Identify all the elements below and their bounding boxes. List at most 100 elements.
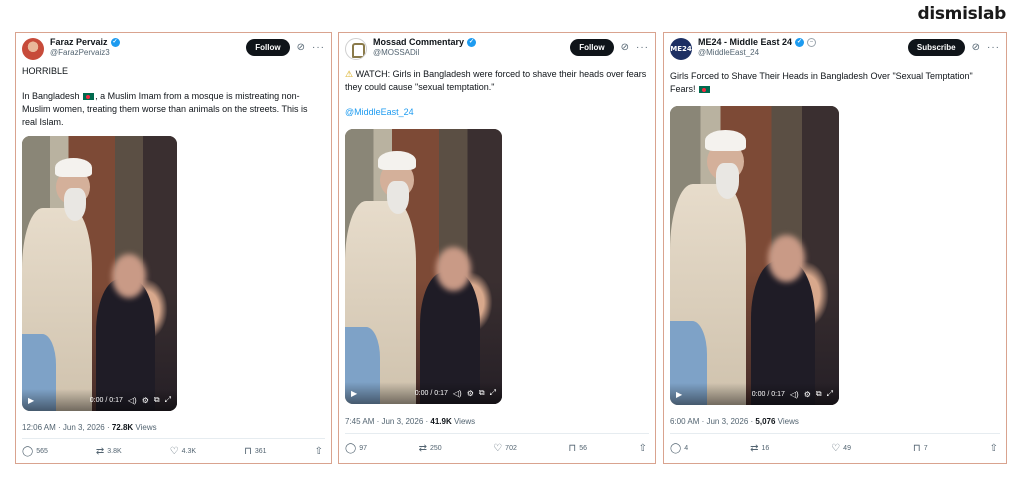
heart-icon: ♡	[831, 443, 841, 454]
like-count: 49	[843, 445, 851, 452]
author-name[interactable]: Mossad Commentary ✓	[373, 37, 477, 47]
volume-icon[interactable]: ◁)	[453, 389, 462, 398]
reply-button[interactable]: ◯ 97	[345, 443, 367, 454]
tweet-text: HORRIBLE In Bangladesh , a Muslim Imam f…	[22, 65, 323, 141]
mention-link[interactable]: @MiddleEast_24	[345, 106, 647, 119]
settings-icon[interactable]: ⚙	[467, 389, 474, 398]
repost-count: 3.8K	[107, 448, 122, 455]
bookmark-count: 361	[254, 448, 267, 455]
author-name-text: Faraz Pervaiz	[50, 37, 108, 47]
repost-button[interactable]: ⇄ 16	[750, 443, 769, 454]
tweet-text: Girls Forced to Shave Their Heads in Ban…	[670, 70, 998, 108]
author-name[interactable]: Faraz Pervaiz ✓	[50, 37, 120, 47]
follow-button[interactable]: Follow	[246, 39, 290, 56]
like-count: 4.3K	[181, 448, 197, 455]
picture-in-picture-icon[interactable]: ⧉	[816, 389, 822, 399]
repost-button[interactable]: ⇄ 250	[419, 443, 442, 454]
repost-count: 250	[429, 445, 442, 452]
like-button[interactable]: ♡ 4.3K	[170, 446, 196, 457]
verified-badge-icon: ✓	[110, 37, 120, 47]
views-label: Views	[133, 423, 157, 432]
tweet-text-line: HORRIBLE	[22, 66, 69, 76]
volume-icon[interactable]: ◁)	[790, 390, 799, 399]
author-handle: @MiddleEast_24	[698, 48, 760, 57]
affiliate-badge-icon: –	[807, 37, 817, 47]
play-icon[interactable]: ▶	[676, 390, 682, 399]
avatar[interactable]: ME24	[670, 38, 692, 60]
video-player[interactable]: ▶ 0:00 / 0:17 ◁) ⚙ ⧉ ⤢	[22, 136, 177, 411]
tweet-text-paragraph: ⚠ WATCH: Girls in Bangladesh were forced…	[345, 68, 647, 94]
video-time: 0:00 / 0:17	[414, 389, 448, 397]
video-player[interactable]: ▶ 0:00 / 0:17 ◁) ⚙ ⧉ ⤢	[670, 106, 839, 405]
volume-icon[interactable]: ◁)	[128, 396, 137, 405]
timestamp-text: 7:45 AM · Jun 3, 2026 ·	[345, 417, 431, 426]
reply-count: 97	[359, 445, 367, 452]
tweet-header: Faraz Pervaiz ✓ @FarazPervaiz3 Follow ⊘ …	[22, 37, 325, 63]
repost-button[interactable]: ⇄ 3.8K	[96, 446, 122, 457]
tweet-text-body: WATCH: Girls in Bangladesh were forced t…	[345, 69, 647, 92]
share-icon: ⇧	[314, 446, 323, 457]
tweet-timestamp: 7:45 AM · Jun 3, 2026 · 41.9K Views	[345, 417, 475, 426]
like-button[interactable]: ♡ 702	[493, 443, 517, 454]
fullscreen-icon[interactable]: ⤢	[490, 388, 496, 398]
grok-icon[interactable]: ⊘	[972, 42, 980, 53]
heart-icon: ♡	[169, 446, 179, 457]
video-controls: ▶ 0:00 / 0:17 ◁) ⚙ ⧉ ⤢	[22, 389, 177, 411]
like-button[interactable]: ♡ 49	[831, 443, 851, 454]
author-handle: @MOSSADil	[373, 48, 420, 57]
more-options-icon[interactable]: ···	[987, 42, 1000, 53]
author-name[interactable]: ME24 - Middle East 24 ✓ –	[698, 37, 817, 47]
tweet-timestamp: 12:06 AM · Jun 3, 2026 · 72.8K Views	[22, 423, 157, 432]
picture-in-picture-icon[interactable]: ⧉	[154, 395, 160, 405]
reply-button[interactable]: ◯ 4	[670, 443, 688, 454]
video-controls: ▶ 0:00 / 0:17 ◁) ⚙ ⧉ ⤢	[345, 382, 502, 404]
verified-badge-icon: ✓	[467, 37, 477, 47]
warning-icon: ⚠	[345, 69, 354, 79]
tweet-text: ⚠ WATCH: Girls in Bangladesh were forced…	[345, 68, 647, 131]
video-thumbnail	[22, 136, 177, 411]
verified-badge-icon: ✓	[795, 37, 805, 47]
fullscreen-icon[interactable]: ⤢	[165, 395, 171, 405]
settings-icon[interactable]: ⚙	[142, 396, 149, 405]
video-player[interactable]: ▶ 0:00 / 0:17 ◁) ⚙ ⧉ ⤢	[345, 129, 502, 404]
grok-icon[interactable]: ⊘	[297, 42, 305, 53]
more-options-icon[interactable]: ···	[312, 42, 325, 53]
bookmark-count: 56	[579, 445, 588, 452]
subscribe-button[interactable]: Subscribe	[907, 39, 965, 56]
repost-icon: ⇄	[418, 443, 427, 454]
reply-count: 4	[684, 445, 689, 452]
avatar[interactable]	[345, 38, 367, 60]
reply-button[interactable]: ◯ 565	[22, 446, 48, 457]
engagement-bar: ◯ 97 ⇄ 250 ♡ 702 ⊓ 56 ⇧	[345, 443, 647, 454]
video-thumbnail	[345, 129, 502, 404]
bangladesh-flag-icon	[83, 93, 95, 101]
bookmark-button[interactable]: ⊓ 56	[568, 443, 587, 454]
fullscreen-icon[interactable]: ⤢	[827, 389, 833, 399]
views-label: Views	[451, 417, 476, 426]
more-options-icon[interactable]: ···	[636, 42, 649, 53]
timestamp-text: 6:00 AM · Jun 3, 2026 ·	[670, 417, 756, 426]
follow-button[interactable]: Follow	[570, 39, 614, 56]
heart-icon: ♡	[493, 443, 503, 454]
settings-icon[interactable]: ⚙	[804, 390, 811, 399]
video-controls: ▶ 0:00 / 0:17 ◁) ⚙ ⧉ ⤢	[670, 383, 839, 405]
engagement-bar: ◯ 4 ⇄ 16 ♡ 49 ⊓ 7 ⇧	[670, 443, 998, 454]
bookmark-button[interactable]: ⊓ 361	[244, 446, 267, 457]
play-icon[interactable]: ▶	[351, 389, 357, 398]
tweet-header: ME24 ME24 - Middle East 24 ✓ – @MiddleEa…	[670, 37, 1000, 63]
share-button[interactable]: ⇧	[315, 446, 323, 457]
tweet-card-mossad: Mossad Commentary ✓ @MOSSADil Follow ⊘ ·…	[338, 32, 656, 464]
like-count: 702	[505, 445, 517, 452]
avatar[interactable]	[22, 38, 44, 60]
views-count: 5,076	[755, 417, 776, 426]
brand-logo: dismislab	[917, 4, 1006, 24]
play-icon[interactable]: ▶	[28, 396, 34, 405]
video-thumbnail	[670, 106, 839, 405]
picture-in-picture-icon[interactable]: ⧉	[479, 388, 485, 398]
share-button[interactable]: ⇧	[990, 443, 998, 454]
share-button[interactable]: ⇧	[639, 443, 647, 454]
share-icon: ⇧	[638, 443, 647, 454]
repost-icon: ⇄	[750, 443, 759, 454]
grok-icon[interactable]: ⊘	[621, 42, 629, 53]
bookmark-button[interactable]: ⊓ 7	[913, 443, 928, 454]
